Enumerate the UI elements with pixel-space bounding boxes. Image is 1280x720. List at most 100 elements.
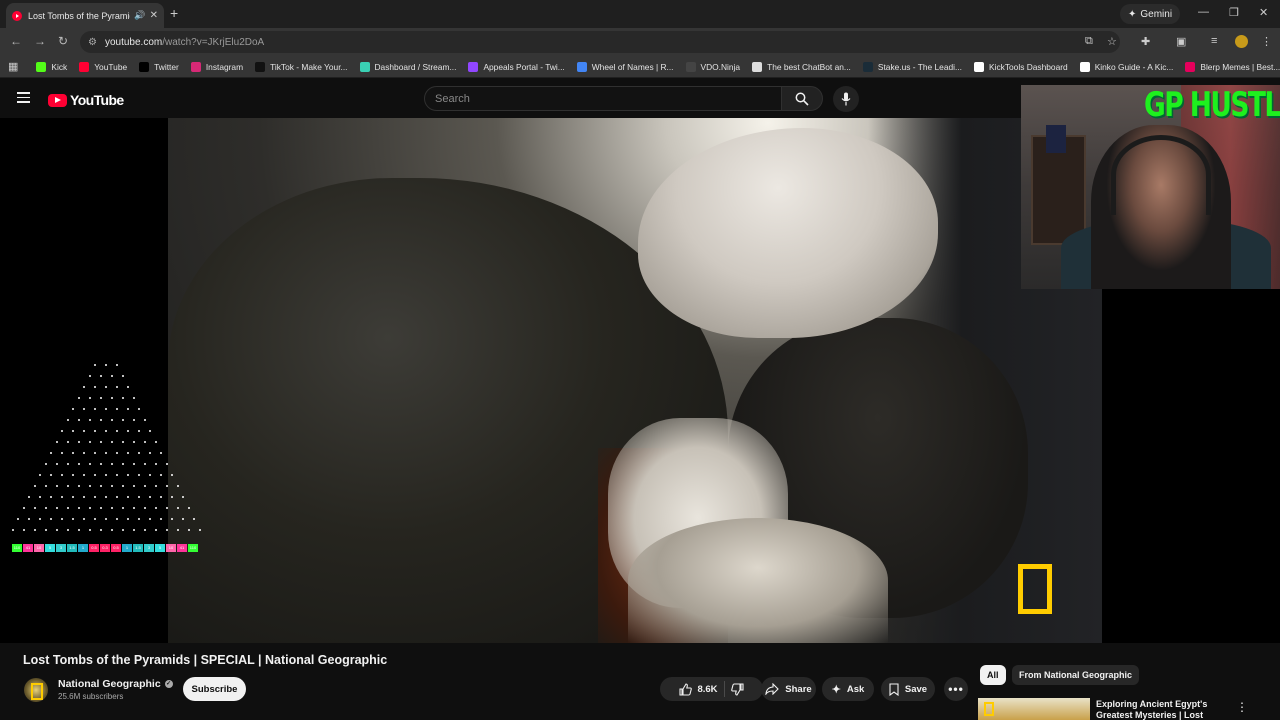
- plinko-peg: [55, 507, 58, 509]
- bookmark-item[interactable]: Blerp Memes | Best...: [1185, 61, 1280, 72]
- search-button[interactable]: [781, 86, 823, 111]
- plinko-peg: [110, 463, 113, 465]
- minimize-icon[interactable]: —: [1198, 6, 1209, 18]
- bookmark-item[interactable]: VDO.Ninja: [685, 61, 740, 72]
- extensions-puzzle-icon[interactable]: ✚: [1141, 35, 1150, 48]
- plinko-peg: [187, 529, 190, 531]
- plinko-peg: [99, 375, 102, 377]
- recommended-video-title[interactable]: Exploring Ancient Egypt's Greatest Myste…: [1096, 699, 1226, 720]
- bookmark-star-icon[interactable]: ☆: [1107, 35, 1117, 48]
- plinko-peg: [149, 452, 151, 454]
- bookmark-item[interactable]: TikTok - Make Your...: [255, 61, 348, 72]
- plinko-peg: [83, 518, 85, 520]
- plinko-peg: [132, 529, 135, 531]
- bookmark-favicon-icon: [974, 61, 985, 72]
- bookmark-item[interactable]: YouTube: [79, 61, 127, 72]
- speaker-icon[interactable]: 🔊: [134, 10, 145, 21]
- ask-button[interactable]: ✦ Ask: [822, 677, 874, 701]
- chip-all[interactable]: All: [980, 665, 1006, 685]
- media-controls-icon[interactable]: ≡: [1211, 35, 1217, 47]
- like-button[interactable]: 8.6K: [679, 682, 718, 696]
- plinko-peg: [105, 496, 107, 498]
- plinko-peg: [127, 496, 129, 498]
- youtube-header: YouTube Search: [0, 78, 1020, 118]
- plinko-peg: [154, 507, 157, 509]
- reload-icon[interactable]: ↻: [58, 34, 68, 48]
- bookmark-item[interactable]: Twitter: [139, 61, 179, 72]
- plinko-peg: [28, 496, 30, 498]
- plinko-peg: [154, 485, 157, 487]
- install-app-icon[interactable]: ⧉: [1085, 35, 1093, 48]
- plinko-multiplier-bin: 110: [12, 544, 22, 552]
- plinko-peg: [44, 485, 47, 487]
- dislike-button[interactable]: [730, 682, 744, 696]
- plinko-peg: [154, 529, 157, 531]
- plinko-peg: [143, 419, 146, 421]
- bookmark-item[interactable]: The best ChatBot an...: [752, 61, 851, 72]
- plinko-peg: [39, 474, 41, 476]
- bookmark-item[interactable]: Appeals Portal - Twi...: [468, 61, 565, 72]
- share-button[interactable]: Share: [761, 677, 816, 701]
- plinko-peg: [105, 364, 107, 366]
- channel-name[interactable]: National Geographic: [58, 678, 161, 690]
- cast-icon[interactable]: ▣: [1176, 35, 1186, 48]
- bookmark-item[interactable]: Instagram: [190, 61, 243, 72]
- apps-grid-icon[interactable]: ▦: [8, 60, 18, 73]
- chip-from-channel[interactable]: From National Geographic: [1012, 665, 1140, 685]
- plinko-peg: [77, 463, 80, 465]
- plinko-peg: [28, 518, 30, 520]
- address-bar[interactable]: ⚙ youtube.com/watch?v=JKrjElu2DoA: [80, 31, 1120, 53]
- youtube-logo[interactable]: YouTube: [48, 92, 124, 108]
- plinko-peg: [116, 518, 118, 520]
- voice-search-button[interactable]: [833, 86, 859, 112]
- bookmark-favicon-icon: [359, 61, 370, 72]
- site-info-icon[interactable]: ⚙: [88, 37, 97, 48]
- bookmark-favicon-icon: [1079, 61, 1090, 72]
- channel-name-row[interactable]: National Geographic ✓: [58, 678, 173, 690]
- subscribe-button[interactable]: Subscribe: [183, 677, 246, 701]
- close-window-icon[interactable]: ✕: [1259, 6, 1268, 19]
- plinko-peg: [165, 507, 168, 509]
- plinko-peg: [94, 496, 96, 498]
- recommended-video-thumbnail[interactable]: [978, 698, 1090, 720]
- plinko-peg: [72, 430, 74, 432]
- bookmark-item[interactable]: Kick: [36, 61, 67, 72]
- gemini-button[interactable]: ✦ Gemini: [1120, 4, 1181, 24]
- back-arrow-icon[interactable]: ←: [10, 34, 22, 48]
- plinko-peg: [66, 441, 69, 443]
- browser-menu-icon[interactable]: ⋮: [1261, 35, 1272, 48]
- bookmark-item[interactable]: Stake.us - The Leadi...: [862, 61, 962, 72]
- search-input[interactable]: Search: [424, 86, 782, 111]
- plinko-peg: [121, 485, 124, 487]
- close-tab-icon[interactable]: ✕: [150, 10, 158, 21]
- subscriber-count: 25.6M subscribers: [58, 692, 124, 701]
- plinko-peg: [61, 496, 63, 498]
- bookmark-item[interactable]: Wheel of Names | R...: [576, 61, 674, 72]
- channel-avatar[interactable]: [24, 678, 48, 702]
- bookmark-item[interactable]: Kinko Guide - A Kic...: [1079, 61, 1173, 72]
- new-tab-button[interactable]: +: [170, 5, 178, 21]
- profile-avatar[interactable]: [1235, 35, 1248, 48]
- plinko-peg: [121, 375, 124, 377]
- plinko-peg: [110, 529, 113, 531]
- more-actions-button[interactable]: •••: [944, 677, 968, 701]
- plinko-peg: [116, 474, 118, 476]
- more-vertical-icon[interactable]: ⋮: [1236, 700, 1248, 714]
- more-horizontal-icon: •••: [948, 682, 964, 696]
- bookmark-label: Appeals Portal - Twi...: [483, 61, 565, 72]
- bookmark-item[interactable]: Dashboard / Stream...: [359, 61, 456, 72]
- browser-tab-youtube[interactable]: Lost Tombs of the Pyramids 🔊 ✕: [6, 3, 164, 28]
- plinko-multiplier-bin: 5: [45, 544, 55, 552]
- plinko-peg: [187, 507, 190, 509]
- bookmarks-bar: ▦ Kick YouTube Twitter Instagram TikTok - Ma…: [0, 56, 1280, 78]
- share-arrow-icon: [765, 683, 780, 695]
- webcam-flag: [1046, 125, 1066, 153]
- bookmark-item[interactable]: KickTools Dashboard: [974, 61, 1068, 72]
- forward-arrow-icon[interactable]: →: [34, 34, 46, 48]
- save-button[interactable]: Save: [881, 677, 935, 701]
- plinko-peg: [94, 386, 96, 388]
- video-frame[interactable]: [168, 118, 1102, 643]
- plinko-peg: [116, 496, 118, 498]
- menu-hamburger-icon[interactable]: [17, 92, 30, 103]
- restore-icon[interactable]: ❐: [1229, 6, 1239, 19]
